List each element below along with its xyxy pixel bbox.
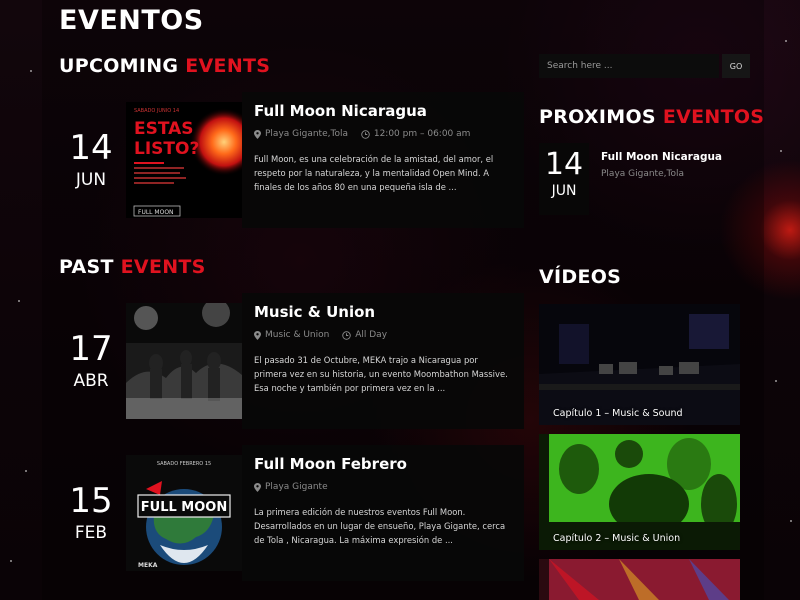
event-description: Full Moon, es una celebración de la amis… <box>254 153 494 192</box>
video-thumbnail <box>539 559 740 600</box>
event-month: JUN <box>75 170 107 190</box>
event-thumbnail[interactable]: SABADO FEBRERO 15 FULL MOON MEKA <box>126 455 242 571</box>
clock-icon <box>361 129 370 139</box>
event-month: ABR <box>73 371 109 391</box>
event-meta: Music & Union All Day <box>254 330 512 343</box>
next-event-date: 14 JUN <box>539 143 589 215</box>
location-pin-icon <box>254 330 261 340</box>
event-date: 15 FEB <box>59 483 123 543</box>
event-time-text: All Day <box>355 330 388 340</box>
poster-line2: LISTO? <box>134 139 199 159</box>
event-card: 14 JUN SABADO JUNIO 14 ESTAS LISTO? FULL… <box>59 92 524 228</box>
heading-main: PAST <box>59 256 114 278</box>
event-location-text: Playa Gigante,Tola <box>265 129 348 139</box>
video-item[interactable]: Capítulo 1 – Music & Sound <box>539 304 740 425</box>
next-event-item[interactable]: 14 JUN Full Moon Nicaragua Playa Gigante… <box>539 143 740 215</box>
event-time: 12:00 pm – 06:00 am <box>361 129 471 139</box>
video-caption[interactable]: Capítulo 2 – Music & Union <box>553 533 680 544</box>
event-name[interactable]: Full Moon Febrero <box>254 455 512 473</box>
event-time: All Day <box>342 330 387 340</box>
heading-accent: EVENTOS <box>662 106 765 128</box>
video-item[interactable]: Capítulo 2 – Music & Union <box>539 434 740 550</box>
heading-main: PROXIMOS <box>539 106 656 128</box>
event-details: Music & Union Music & Union All Day El p… <box>242 293 524 429</box>
event-photo-image <box>126 303 242 419</box>
heading-main: UPCOMING <box>59 55 179 77</box>
search-go-button[interactable]: GO <box>722 54 750 78</box>
poster-brand: FULL MOON <box>141 500 227 515</box>
page-title: EVENTOS <box>59 5 204 36</box>
heading-accent: EVENTS <box>185 55 271 77</box>
event-day: 14 <box>69 128 113 168</box>
event-month: FEB <box>74 523 108 543</box>
event-meta: Playa Gigante <box>254 482 512 495</box>
event-details: Full Moon Febrero Playa Gigante La prime… <box>242 445 524 581</box>
event-card: 15 FEB SABADO FEBRERO 15 FULL MOON MEKA … <box>59 445 524 581</box>
event-time-text: 12:00 pm – 06:00 am <box>373 129 471 139</box>
poster-brand: FULL MOON <box>138 209 174 216</box>
event-location: Playa Gigante <box>254 482 328 492</box>
event-thumbnail[interactable] <box>126 303 242 419</box>
event-location: Playa Gigante,Tola <box>254 129 348 139</box>
event-thumbnail[interactable]: SABADO JUNIO 14 ESTAS LISTO? FULL MOON <box>126 102 242 218</box>
videos-heading: VÍDEOS <box>539 266 622 288</box>
event-name[interactable]: Music & Union <box>254 303 512 321</box>
poster-line1: ESTAS <box>134 119 194 139</box>
video-caption[interactable]: Capítulo 1 – Music & Sound <box>553 408 683 419</box>
search-input[interactable] <box>539 54 719 78</box>
event-name[interactable]: Full Moon Nicaragua <box>254 102 512 120</box>
event-details: Full Moon Nicaragua Playa Gigante,Tola 1… <box>242 92 524 228</box>
clock-icon <box>342 330 351 340</box>
poster-top-text: SABADO FEBRERO 15 <box>157 461 211 467</box>
event-poster-image: SABADO FEBRERO 15 FULL MOON MEKA <box>126 455 242 571</box>
event-meta: Playa Gigante,Tola 12:00 pm – 06:00 am <box>254 129 512 142</box>
event-description: El pasado 31 de Octubre, MEKA trajo a Ni… <box>254 354 508 393</box>
event-date: 17 ABR <box>59 331 123 391</box>
proximos-eventos-heading: PROXIMOS EVENTOS <box>539 106 764 128</box>
next-event-month: JUN <box>551 183 577 199</box>
event-card: 17 ABR Music & Union Music & Union All D… <box>59 293 524 429</box>
upcoming-events-heading: UPCOMING EVENTS <box>59 55 270 77</box>
event-location-text: Music & Union <box>265 330 330 340</box>
next-event-info: Full Moon Nicaragua Playa Gigante,Tola <box>601 151 722 179</box>
next-event-location: Playa Gigante,Tola <box>601 169 684 179</box>
next-event-name[interactable]: Full Moon Nicaragua <box>601 151 722 163</box>
event-poster-image: SABADO JUNIO 14 ESTAS LISTO? FULL MOON <box>126 102 242 218</box>
heading-accent: EVENTS <box>120 256 206 278</box>
search-form: GO <box>539 54 750 78</box>
poster-small-text: SABADO JUNIO 14 <box>134 108 179 114</box>
event-location-text: Playa Gigante <box>265 482 328 492</box>
video-thumbnail <box>539 304 740 425</box>
event-day: 17 <box>69 329 113 369</box>
past-events-heading: PAST EVENTS <box>59 256 206 278</box>
poster-sponsor: MEKA <box>138 562 158 569</box>
event-date: 14 JUN <box>59 130 123 190</box>
location-pin-icon <box>254 129 261 139</box>
event-description: La primera edición de nuestros eventos F… <box>254 506 506 545</box>
event-location: Music & Union <box>254 330 329 340</box>
next-event-day: 14 <box>544 147 584 182</box>
event-day: 15 <box>69 481 113 521</box>
video-item[interactable] <box>539 559 740 600</box>
location-pin-icon <box>254 482 261 492</box>
